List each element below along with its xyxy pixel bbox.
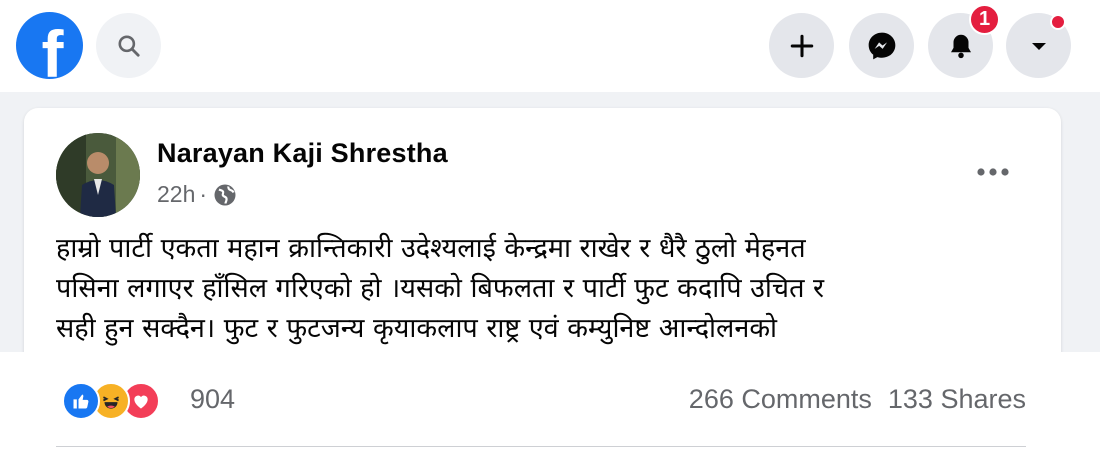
reaction-summary[interactable] — [62, 382, 160, 420]
comments-count-link[interactable]: 266 Comments — [689, 384, 872, 415]
meta-separator: · — [199, 181, 208, 207]
caret-down-icon — [1031, 42, 1046, 50]
messenger-icon — [868, 32, 895, 59]
post-text-line: सही हुन सक्दैन। फुट र फुटजन्य कृयाकलाप र… — [56, 313, 778, 344]
like-icon — [62, 382, 100, 420]
facebook-logo-glyph: f — [41, 17, 64, 79]
engagement-divider — [56, 446, 1026, 447]
post-timestamp[interactable]: 22h — [157, 181, 195, 208]
create-button[interactable] — [769, 13, 834, 78]
engagement-stats: 266 Comments 133 Shares — [689, 384, 1026, 415]
bell-icon — [950, 34, 971, 58]
globe-icon[interactable] — [213, 183, 237, 207]
post-text-line: पसिना लगाएर हाँसिल गरिएको हो ।यसको बिफलत… — [56, 273, 825, 304]
post-options-button[interactable] — [958, 152, 1028, 192]
post-body-text: हाम्रो पार्टी एकता महान क्रान्तिकारी उदे… — [56, 229, 1026, 349]
author-avatar[interactable] — [56, 133, 140, 217]
search-icon — [117, 34, 140, 57]
post-text-line: हाम्रो पार्टी एकता महान क्रान्तिकारी उदे… — [56, 233, 806, 264]
facebook-logo-icon[interactable]: f — [16, 12, 83, 79]
post-author-name[interactable]: Narayan Kaji Shrestha — [157, 138, 448, 169]
account-alert-dot — [1050, 14, 1066, 30]
top-navigation-bar: f 1 — [0, 0, 1100, 92]
notifications-badge: 1 — [969, 4, 1000, 35]
post-meta: 22h · — [157, 181, 237, 208]
search-button[interactable] — [96, 13, 161, 78]
messenger-button[interactable] — [849, 13, 914, 78]
plus-icon — [790, 34, 813, 57]
avatar-photo — [56, 133, 140, 217]
ellipsis-icon — [977, 168, 1009, 176]
reaction-count[interactable]: 904 — [190, 384, 235, 415]
shares-count-link[interactable]: 133 Shares — [888, 384, 1026, 415]
